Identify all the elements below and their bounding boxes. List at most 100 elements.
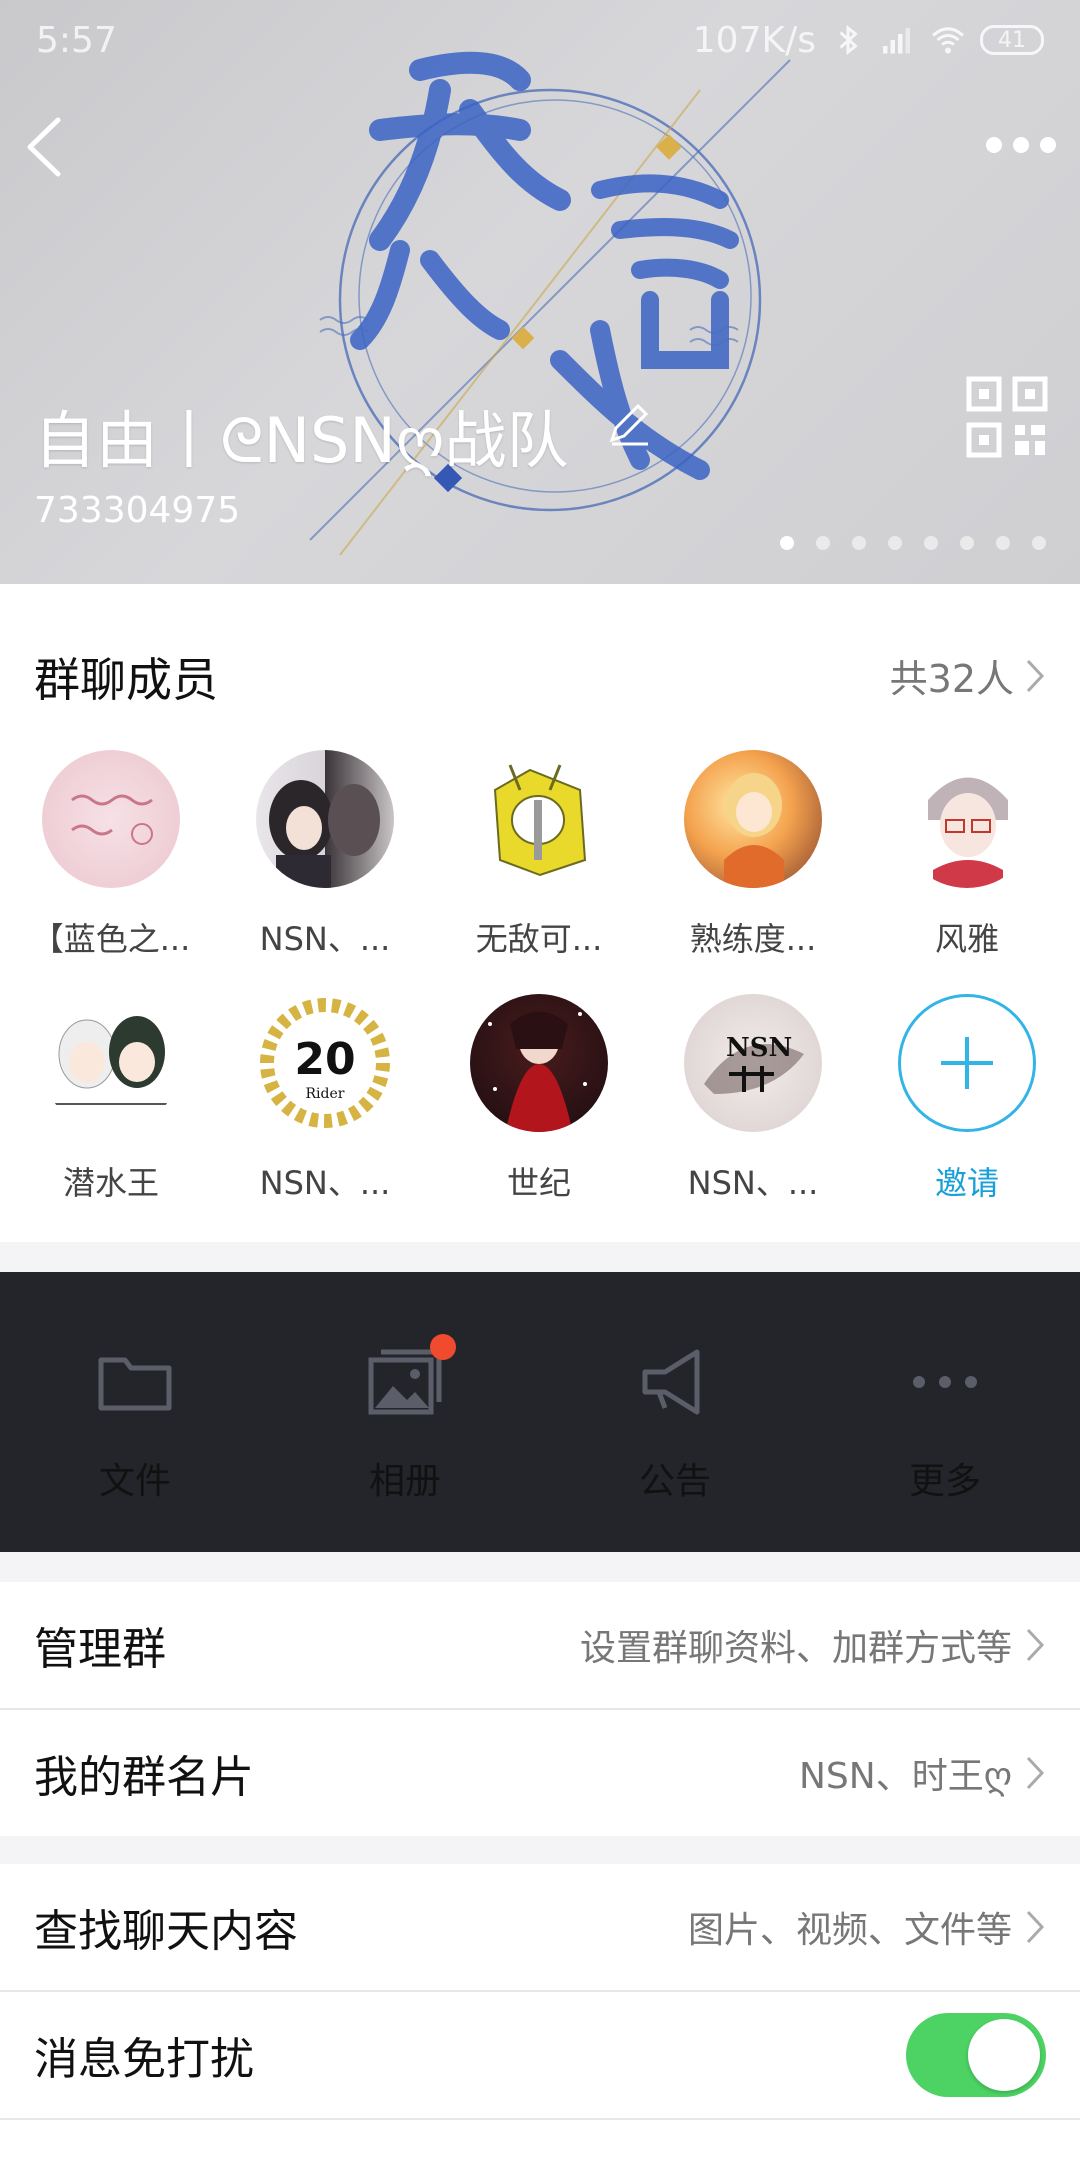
megaphone-icon [642,1349,700,1415]
member-item[interactable]: 【蓝色之... [4,750,218,960]
more-dots-icon [913,1376,977,1388]
member-name: 潜水王 [62,1164,159,1202]
manage-group-title: 管理群 [34,1624,166,1675]
banner-page-dot [816,536,830,550]
new-badge-dot [430,1334,456,1360]
my-group-card-row[interactable]: 我的群名片 NSN、时王ღ [0,1710,1080,1836]
back-arrow-icon[interactable] [18,112,78,182]
wifi-icon [931,27,965,54]
manage-group-value: 设置群聊资料、加群方式等 [579,1628,1012,1669]
folder-icon [98,1357,172,1411]
banner-page-indicator [780,536,1046,550]
avatar [470,750,608,888]
chevron-right-icon [1026,1756,1045,1790]
group-name: 自由丨ᘓNSNღ战队 [34,404,569,477]
anime-girl-mirror-avatar-image [269,780,380,888]
network-speed: 107K/s [692,19,816,61]
avatar [898,750,1036,888]
group-header-banner: 5:57 107K/s 41 自由丨ᘓNSNღ战队 733304975 [0,0,1080,584]
manage-group-value-wrap: 设置群聊资料、加群方式等 [580,1619,1046,1671]
my-group-card-value-wrap: NSN、时王ღ [799,1747,1046,1799]
avatar [256,750,394,888]
member-item[interactable]: NSN、... [218,750,432,960]
nsn-ink-logo-avatar-image: NSN [704,1033,804,1094]
group-toolbar: 文件 相册 公告 更多 [0,1272,1080,1552]
member-name: NSN、... [259,920,391,958]
svg-text:20: 20 [294,1034,355,1085]
avatar [42,750,180,888]
signal-icon [883,28,910,54]
banner-page-dot [996,536,1010,550]
more-dot [1040,137,1056,153]
more-dot [1013,137,1029,153]
do-not-disturb-toggle[interactable] [906,2013,1046,2097]
status-time: 5:57 [36,19,117,61]
avatar: NSN [684,994,822,1132]
banner-page-dot [852,536,866,550]
member-item[interactable]: NSN NSN、... [646,994,860,1204]
chevron-right-icon [1026,1628,1045,1662]
more-options-button[interactable] [986,125,1056,165]
svg-text:Rider: Rider [306,1086,345,1102]
manage-group-row[interactable]: 管理群 设置群聊资料、加群方式等 [0,1582,1080,1708]
banner-page-dot [1032,536,1046,550]
my-group-card-value: NSN、时王ღ [798,1756,1012,1797]
album-label: 相册 [368,1461,441,1502]
status-indicators: 107K/s 41 [693,20,1044,61]
banner-page-dot [888,536,902,550]
members-section: 群聊成员 共32人 【蓝色之... NSN、... 无敌可... 熟练度... … [0,584,1080,1242]
member-name: 无敌可... [475,920,603,958]
plus-icon [941,1037,993,1089]
more-tools-label: 更多 [908,1461,981,1502]
svg-text:NSN: NSN [726,1033,792,1063]
group-id: 733304975 [34,490,241,531]
next-row-partial[interactable] [0,2120,1080,2160]
search-chat-value-wrap: 图片、视频、文件等 [688,1901,1046,1953]
avatar [684,750,822,888]
banner-page-dot [960,536,974,550]
member-item[interactable]: 无敌可... [432,750,646,960]
yellow-hood-character-avatar-image [493,764,587,877]
album-button[interactable]: 相册 [270,1272,540,1552]
announcement-label: 公告 [638,1461,711,1502]
member-name: 熟练度... [689,920,817,958]
kamen-rider-20-avatar-image: 20 Rider [260,998,390,1128]
banner-page-dot [780,536,794,550]
avatar [470,994,608,1132]
my-group-card-title: 我的群名片 [34,1752,254,1803]
bluetooth-icon [839,24,858,56]
more-tools-button[interactable]: 更多 [810,1272,1080,1552]
edit-pencil-icon[interactable] [604,400,652,448]
invite-member-button[interactable]: 邀请 [860,994,1074,1204]
invite-circle [898,994,1036,1132]
qr-code-icon[interactable] [966,376,1048,458]
files-label: 文件 [98,1461,171,1502]
chevron-right-icon [1026,1910,1045,1944]
search-chat-row[interactable]: 查找聊天内容 图片、视频、文件等 [0,1864,1080,1990]
member-name: 【蓝色之... [31,920,191,958]
search-chat-title: 查找聊天内容 [34,1906,298,1957]
files-button[interactable]: 文件 [0,1272,270,1552]
member-item[interactable]: 世纪 [432,994,646,1204]
member-item[interactable]: 20 Rider NSN、... [218,994,432,1204]
dark-red-anime-avatar-image [488,1011,587,1132]
status-bar: 5:57 107K/s 41 [0,0,1080,80]
member-item[interactable]: 熟练度... [646,750,860,960]
orange-anime-girl-avatar-image [724,773,784,888]
toggle-knob [968,2019,1040,2091]
members-count-link[interactable]: 共32人 [890,648,1046,703]
chevron-right-icon [1026,659,1045,692]
two-anime-girls-avatar-image [52,1016,170,1105]
member-name: 世纪 [506,1164,571,1202]
member-item[interactable]: 潜水王 [4,994,218,1204]
members-title: 群聊成员 [34,653,218,707]
glasses-boy-avatar-image [928,777,1008,888]
pink-handwriting-avatar-image [71,794,153,845]
search-chat-value: 图片、视频、文件等 [687,1910,1012,1951]
avatar [42,994,180,1132]
battery-indicator: 41 [980,25,1044,55]
member-item[interactable]: 风雅 [860,750,1074,960]
avatar: 20 Rider [256,994,394,1132]
do-not-disturb-row: 消息免打扰 [0,1992,1080,2118]
announcement-button[interactable]: 公告 [540,1272,810,1552]
